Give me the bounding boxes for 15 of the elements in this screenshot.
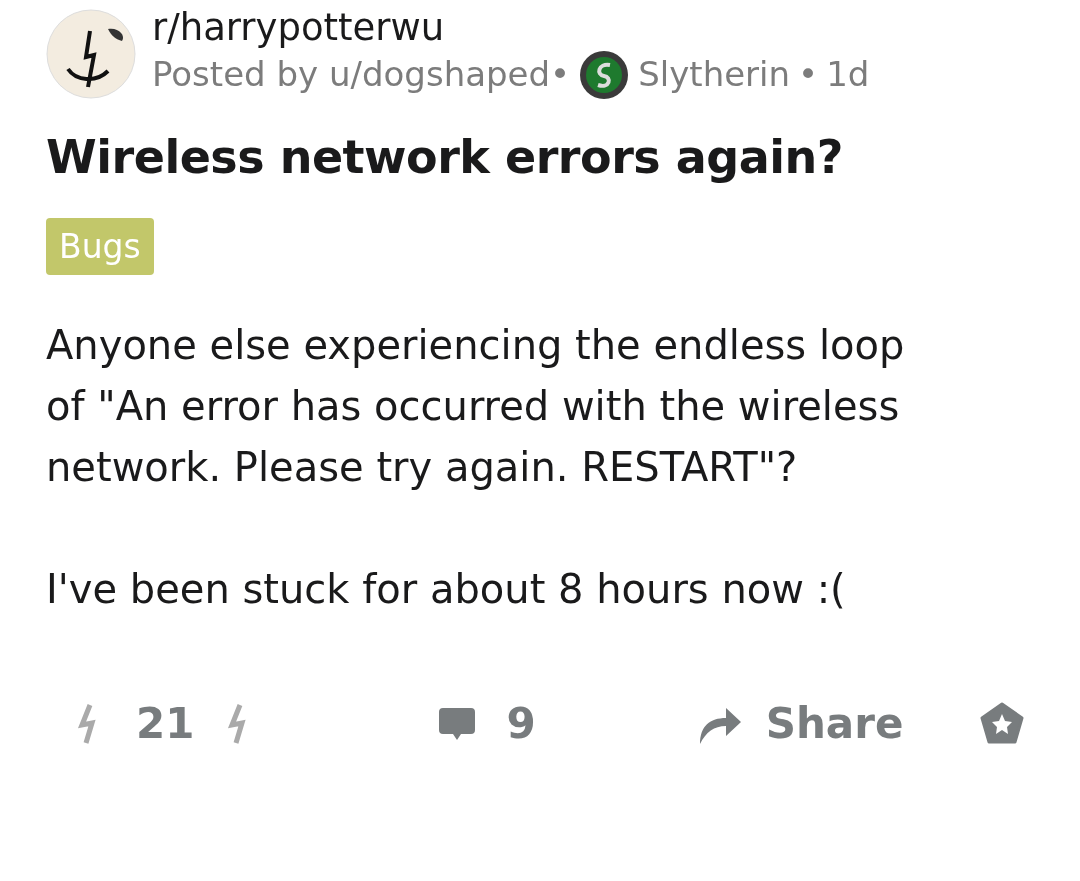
vote-count: 21 — [136, 698, 195, 751]
posted-by-text: Posted by u/dogshaped• — [152, 53, 571, 97]
community-avatar-icon[interactable] — [46, 9, 136, 100]
flair-tag: Bugs — [46, 217, 154, 276]
community-name[interactable]: r/harrypotterwu — [152, 8, 870, 49]
post-paragraph: Anyone else experiencing the endless loop of "An error has occurred with the wireless network. Please try again. RESTART"? — [46, 321, 906, 493]
post-age: 1d — [826, 53, 870, 97]
flair-text: Slytherin — [638, 53, 791, 97]
separator-text: • — [798, 53, 819, 97]
comment-icon[interactable] — [438, 705, 477, 742]
share-button[interactable]: Share — [695, 692, 904, 756]
comment-count[interactable]: 9 — [506, 692, 536, 756]
post-paragraph: I've been stuck for about 8 hours now :( — [46, 565, 847, 615]
post-title: Wireless network errors again? — [46, 128, 844, 186]
award-icon[interactable] — [980, 701, 1024, 746]
